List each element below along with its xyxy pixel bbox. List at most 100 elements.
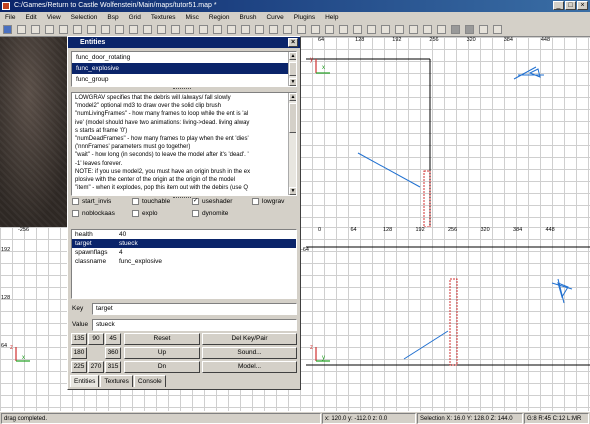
maximize-button[interactable]: □	[565, 1, 576, 10]
find-icon[interactable]	[493, 25, 502, 34]
change-views-icon[interactable]	[283, 25, 292, 34]
rotate-z-icon[interactable]	[157, 25, 166, 34]
select-touch-icon[interactable]	[185, 25, 194, 34]
xy-view[interactable]: 64 128 192 256 320 384 448 x y	[300, 37, 590, 227]
select-complete-icon[interactable]	[171, 25, 180, 34]
value-input[interactable]: stueck	[92, 319, 297, 331]
select-partial-icon[interactable]	[199, 25, 208, 34]
spawnflag-useshader[interactable]: ✓ useshader	[192, 198, 232, 205]
scroll-up-icon[interactable]: ▲	[289, 93, 296, 101]
entity-class-item[interactable]: func_group	[72, 74, 296, 85]
angle-270-button[interactable]: 270	[88, 361, 104, 373]
drill-down-icon[interactable]	[423, 25, 432, 34]
select-face-icon[interactable]	[437, 25, 446, 34]
camera-move-icon[interactable]	[325, 25, 334, 34]
hollow-icon[interactable]	[255, 25, 264, 34]
spawnflag-dynomite[interactable]: dynomite	[192, 210, 228, 217]
spawnflag-noblockaas[interactable]: noblockaas	[72, 210, 115, 217]
menu-region[interactable]: Region	[204, 12, 235, 23]
rotate-y-icon[interactable]	[143, 25, 152, 34]
scroll-down-icon[interactable]: ▼	[289, 78, 296, 86]
bend-mode-icon[interactable]	[381, 25, 390, 34]
minimize-button[interactable]: _	[553, 1, 564, 10]
menu-view[interactable]: View	[42, 12, 66, 23]
sound-button[interactable]: Sound...	[202, 347, 297, 359]
entity-inspector-title-bar[interactable]: Entities ×	[68, 37, 300, 48]
select-inside-icon[interactable]	[213, 25, 222, 34]
menu-textures[interactable]: Textures	[146, 12, 181, 23]
close-button[interactable]: ×	[577, 1, 588, 10]
scroll-thumb[interactable]	[289, 62, 296, 76]
splitter-handle[interactable]	[173, 88, 191, 90]
cap-icon[interactable]	[409, 25, 418, 34]
angle-180-button[interactable]: 180	[71, 347, 87, 359]
description-scrollbar[interactable]: ▲ ▼	[288, 93, 296, 195]
clipper-icon[interactable]	[269, 25, 278, 34]
cube-clip-icon[interactable]	[311, 25, 320, 34]
entity-inspector-close-button[interactable]: ×	[288, 38, 298, 47]
down-button[interactable]: Dn	[124, 361, 200, 373]
scroll-thumb[interactable]	[289, 103, 296, 133]
angle-90-button[interactable]: 90	[88, 333, 104, 345]
csg-subtract-icon[interactable]	[227, 25, 236, 34]
flip-y-icon[interactable]	[101, 25, 110, 34]
checkbox[interactable]	[192, 210, 199, 217]
key-value-row[interactable]: spawnflags 4	[72, 248, 296, 257]
save-icon[interactable]	[17, 25, 26, 34]
key-value-row[interactable]: target stueck	[72, 239, 296, 248]
entity-class-list[interactable]: func_door_rotating func_explosive func_gro…	[71, 51, 297, 87]
menu-misc[interactable]: Misc	[180, 12, 203, 23]
z-axis-icon[interactable]	[59, 25, 68, 34]
up-button[interactable]: Up	[124, 347, 200, 359]
menu-bsp[interactable]: Bsp	[102, 12, 123, 23]
menu-help[interactable]: Help	[320, 12, 343, 23]
angle-360-button[interactable]: 360	[105, 347, 121, 359]
entity-class-item[interactable]: func_explosive	[72, 63, 296, 74]
delete-key-pair-button[interactable]: Del Key/Pair	[202, 333, 297, 345]
tab-console[interactable]: Console	[133, 375, 166, 387]
scroll-down-icon[interactable]: ▼	[289, 187, 296, 195]
thicken-icon[interactable]	[395, 25, 404, 34]
show-patch-icon[interactable]	[465, 25, 474, 34]
menu-plugins[interactable]: Plugins	[289, 12, 320, 23]
yz-view[interactable]: 0 64 128 192 256 320 384 448 -64 z y	[300, 227, 590, 411]
y-axis-icon[interactable]	[45, 25, 54, 34]
angle-45-button[interactable]: 45	[105, 333, 121, 345]
checkbox[interactable]	[72, 210, 79, 217]
spawnflag-explo[interactable]: explo	[132, 210, 158, 217]
texture-mode-icon[interactable]	[367, 25, 376, 34]
angle-315-button[interactable]: 315	[105, 361, 121, 373]
key-value-row[interactable]: health 40	[72, 230, 296, 239]
spawnflag-touchable[interactable]: touchable	[132, 198, 170, 205]
key-value-list[interactable]: health 40 target stueck spawnflags 4 classname…	[71, 229, 297, 299]
open-icon[interactable]	[3, 25, 12, 34]
entity-view-icon[interactable]	[339, 25, 348, 34]
menu-edit[interactable]: Edit	[20, 12, 41, 23]
scroll-up-icon[interactable]: ▲	[289, 52, 296, 60]
menu-file[interactable]: File	[0, 12, 20, 23]
checkbox[interactable]	[72, 198, 79, 205]
model-button[interactable]: Model...	[202, 361, 297, 373]
menu-selection[interactable]: Selection	[66, 12, 103, 23]
menu-curve[interactable]: Curve	[261, 12, 288, 23]
flip-z-icon[interactable]	[115, 25, 124, 34]
brush-icon[interactable]	[73, 25, 82, 34]
title-bar[interactable]: C:/Games/Return to Castle Wolfenstein/Ma…	[0, 0, 590, 12]
x-axis-icon[interactable]	[31, 25, 40, 34]
tab-textures[interactable]: Textures	[100, 375, 133, 387]
csg-merge-icon[interactable]	[241, 25, 250, 34]
toggle-view-icon[interactable]	[479, 25, 488, 34]
entity-list-scrollbar[interactable]: ▲ ▼	[288, 52, 296, 86]
rotate-x-icon[interactable]	[129, 25, 138, 34]
key-value-row[interactable]: classname func_explosive	[72, 257, 296, 266]
splitter-handle[interactable]	[173, 197, 191, 199]
reset-button[interactable]: Reset	[124, 333, 200, 345]
checkbox[interactable]	[252, 198, 259, 205]
region-icon[interactable]	[451, 25, 460, 34]
checkbox[interactable]	[132, 198, 139, 205]
spawnflag-start-invis[interactable]: start_invis	[72, 198, 111, 205]
texture-lock-icon[interactable]	[297, 25, 306, 34]
checkbox[interactable]	[132, 210, 139, 217]
menu-grid[interactable]: Grid	[124, 12, 146, 23]
tab-entities[interactable]: Entities	[70, 375, 100, 387]
